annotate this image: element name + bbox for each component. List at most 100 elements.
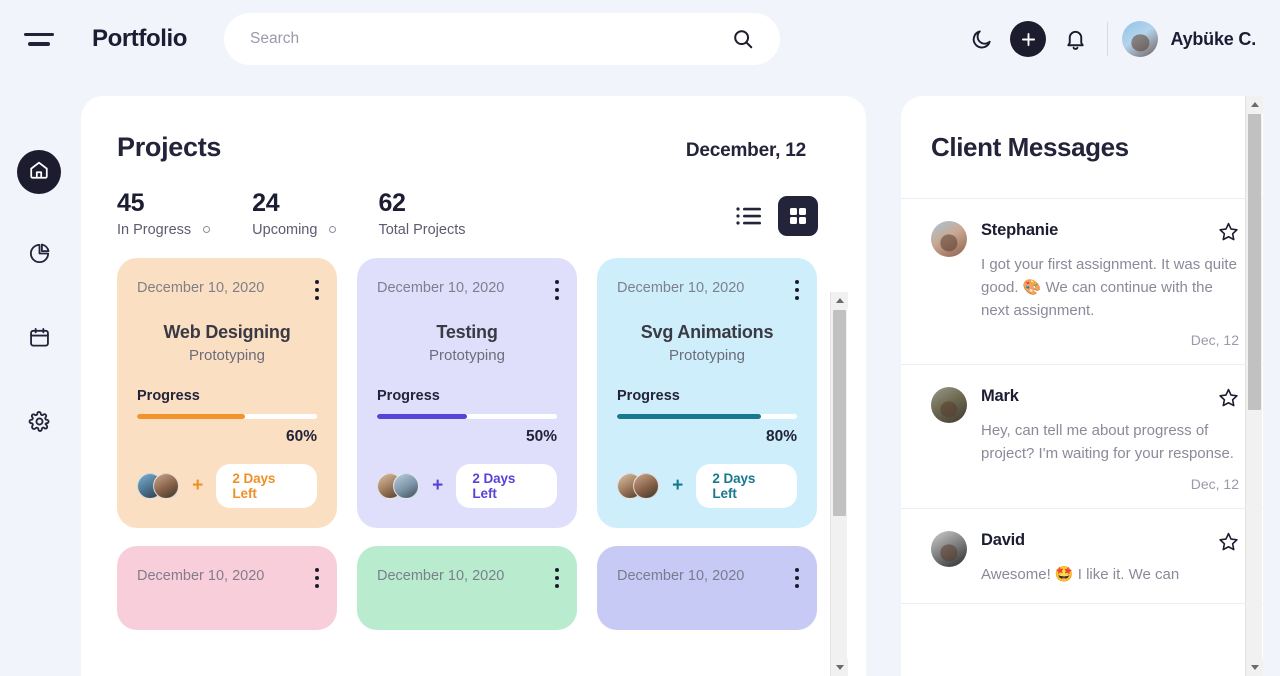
separator-dot-icon: [329, 226, 337, 234]
page-title: Projects: [117, 132, 222, 162]
card-title: Web Designing: [163, 321, 291, 342]
hamburger-bar: [28, 42, 50, 46]
hamburger-icon[interactable]: [22, 26, 56, 52]
card-subtitle: Prototyping: [429, 346, 505, 364]
top-header: Portfolio Search Aybüke C.: [0, 0, 1280, 78]
card-footer: + 2 Days Left: [617, 463, 797, 508]
message-body: Stephanie I got your first assignment. I…: [981, 221, 1239, 348]
gear-icon: [28, 410, 51, 438]
messages-scrollbar[interactable]: [1245, 96, 1263, 676]
message-date: Dec, 12: [1190, 332, 1239, 349]
card-progress-fill: [137, 413, 245, 419]
card-footer: + 2 Days Left: [137, 463, 317, 508]
project-card[interactable]: December 10, 2020: [597, 545, 817, 630]
grid-view-icon[interactable]: [778, 195, 818, 236]
card-progress-value: 50%: [525, 427, 557, 445]
message-text: I got your first assignment. It was quit…: [981, 256, 1237, 319]
scrollbar-thumb[interactable]: [833, 310, 846, 516]
message-text: Awesome! 🤩 I like it. We can: [981, 565, 1180, 583]
star-icon[interactable]: [1218, 221, 1239, 247]
stat-label-text: Upcoming: [252, 221, 318, 238]
card-days-badge: 2 Days Left: [696, 463, 797, 508]
sidebar-item-calendar[interactable]: [17, 318, 61, 362]
card-menu-icon[interactable]: [795, 567, 799, 588]
scrollbar-thumb[interactable]: [1248, 114, 1261, 410]
stat-label-text: Total Projects: [378, 221, 466, 238]
card-progress-track: [137, 413, 317, 419]
card-menu-icon[interactable]: [315, 567, 319, 588]
card-menu-icon[interactable]: [315, 279, 319, 300]
scroll-down-arrow-icon[interactable]: [831, 659, 848, 676]
message-item[interactable]: David Awesome! 🤩 I like it. We can: [901, 509, 1263, 604]
search-icon[interactable]: [732, 28, 754, 50]
message-date: Dec, 12: [1190, 475, 1239, 492]
card-progress-label: Progress: [377, 387, 440, 404]
card-menu-icon[interactable]: [555, 567, 559, 588]
message-item[interactable]: Mark Hey, can tell me about progress of …: [901, 365, 1263, 509]
messages-header: Client Messages: [901, 96, 1263, 199]
sidebar-item-analytics[interactable]: [17, 234, 61, 278]
card-subtitle: Prototyping: [669, 346, 745, 364]
star-icon[interactable]: [1218, 387, 1239, 413]
stat-upcoming: 24 Upcoming: [252, 189, 337, 238]
card-title: Svg Animations: [640, 321, 774, 342]
card-date: December 10, 2020: [137, 567, 265, 584]
avatar: [1122, 21, 1159, 57]
message-item[interactable]: Stephanie I got your first assignment. I…: [901, 199, 1263, 366]
add-button[interactable]: [1010, 21, 1047, 57]
project-card[interactable]: December 10, 2020 Web Designing Prototyp…: [117, 257, 337, 528]
card-menu-icon[interactable]: [795, 279, 799, 300]
add-member-button[interactable]: +: [669, 476, 686, 495]
card-menu-icon[interactable]: [555, 279, 559, 300]
search-bar[interactable]: [224, 13, 780, 65]
message-body: Mark Hey, can tell me about progress of …: [981, 387, 1239, 492]
avatar: [153, 472, 179, 499]
scroll-down-arrow-icon[interactable]: [1246, 659, 1263, 676]
card-title: Testing: [436, 321, 498, 342]
card-progress-label: Progress: [137, 387, 200, 404]
add-member-button[interactable]: +: [189, 476, 206, 495]
star-icon[interactable]: [1218, 531, 1239, 557]
card-progress-value: 60%: [285, 427, 317, 445]
stat-label: Upcoming: [252, 221, 337, 238]
project-card[interactable]: December 10, 2020: [357, 545, 577, 630]
avatar: [633, 472, 659, 499]
bell-icon[interactable]: [1055, 19, 1095, 59]
stat-value: 62: [378, 189, 406, 217]
stat-value: 24: [252, 189, 280, 217]
moon-icon[interactable]: [961, 19, 1001, 59]
card-progress-track: [377, 413, 557, 419]
project-stats: 45 In Progress 24 Upcoming 62 Total Proj…: [117, 189, 830, 238]
card-footer: + 2 Days Left: [377, 463, 557, 508]
brand-title: Portfolio: [92, 25, 188, 52]
project-card[interactable]: December 10, 2020: [117, 545, 337, 630]
dashboard-root: Portfolio Search Aybüke C. Projects Dece…: [0, 0, 1280, 676]
avatar: [393, 472, 419, 499]
sidebar-item-home[interactable]: [17, 150, 61, 194]
messages-title: Client Messages: [931, 131, 1129, 162]
stat-label: Total Projects: [378, 222, 465, 238]
projects-scrollbar[interactable]: [830, 292, 848, 676]
stat-label-text: In Progress: [117, 221, 192, 238]
card-avatars: [377, 472, 419, 499]
card-date: December 10, 2020: [617, 279, 745, 296]
projects-header: Projects December, 12 45 In Progress 24 …: [81, 96, 866, 238]
add-member-button[interactable]: +: [429, 476, 446, 495]
scroll-up-arrow-icon[interactable]: [831, 292, 848, 309]
project-card[interactable]: December 10, 2020 Svg Animations Prototy…: [597, 257, 817, 528]
card-progress-fill: [377, 413, 467, 419]
stat-value: 45: [117, 189, 145, 217]
home-icon: [28, 159, 50, 186]
user-menu[interactable]: Aybüke C.: [1122, 21, 1264, 57]
avatar: [931, 221, 967, 257]
header-actions: Aybüke C.: [961, 0, 1264, 78]
sidebar-item-settings[interactable]: [17, 402, 61, 446]
stat-label: In Progress: [117, 221, 211, 238]
list-view-icon[interactable]: [736, 205, 762, 227]
avatar: [931, 387, 967, 424]
scroll-up-arrow-icon[interactable]: [1246, 96, 1263, 113]
project-card[interactable]: December 10, 2020 Testing Prototyping Pr…: [357, 257, 577, 528]
search-input[interactable]: [250, 30, 732, 48]
card-progress-fill: [617, 413, 761, 419]
card-date: December 10, 2020: [617, 567, 745, 584]
